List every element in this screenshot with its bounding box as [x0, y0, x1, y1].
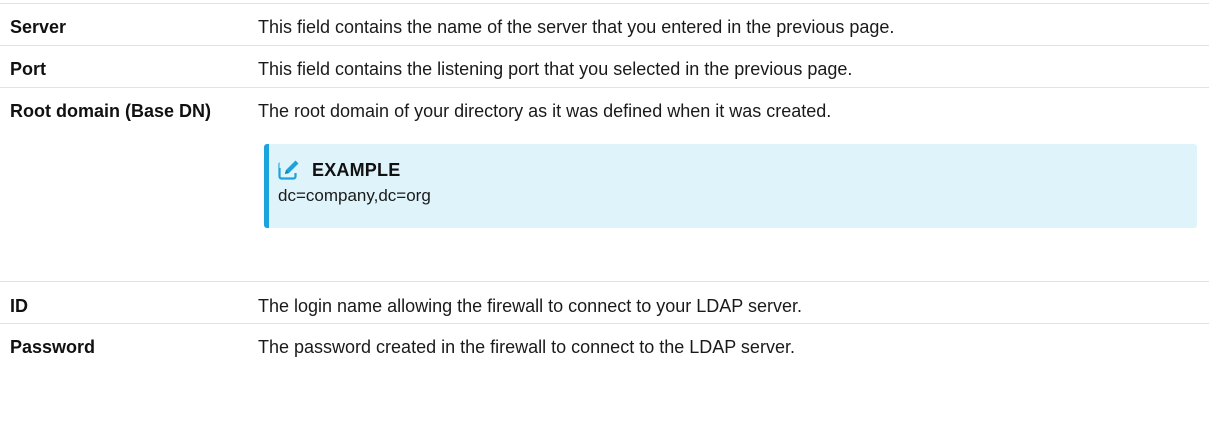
parameter-table: Server This field contains the name of t… [0, 3, 1209, 366]
example-header: EXAMPLE [278, 158, 1197, 182]
row-description: This field contains the name of the serv… [258, 17, 895, 37]
row-label: Root domain (Base DN) [10, 101, 212, 121]
row-description: The login name allowing the firewall to … [258, 296, 802, 316]
edit-icon [278, 159, 300, 181]
row-label: Server [10, 17, 67, 37]
table-row: Server This field contains the name of t… [0, 4, 1209, 46]
example-callout: EXAMPLE dc=company,dc=org [264, 144, 1197, 228]
row-label: ID [10, 296, 28, 316]
row-description: The password created in the firewall to … [258, 337, 795, 357]
row-label: Port [10, 59, 46, 79]
row-description-block: The root domain of your directory as it … [246, 88, 1209, 281]
row-description: The root domain of your directory as it … [258, 101, 832, 121]
example-value: dc=company,dc=org [278, 186, 431, 205]
row-label: Password [10, 337, 96, 357]
table-row: Root domain (Base DN) The root domain of… [0, 88, 1209, 282]
table-row: ID The login name allowing the firewall … [0, 282, 1209, 324]
table-row: Port This field contains the listening p… [0, 46, 1209, 88]
example-title: EXAMPLE [312, 159, 401, 180]
table-row: Password The password created in the fir… [0, 324, 1209, 366]
row-description: This field contains the listening port t… [258, 59, 853, 79]
